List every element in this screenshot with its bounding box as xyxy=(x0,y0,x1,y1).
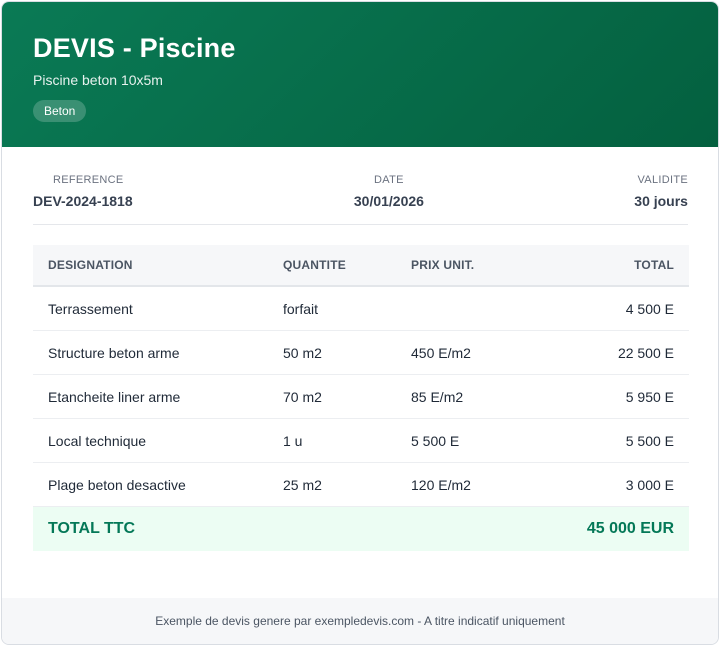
quote-footer: Exemple de devis genere par exempledevis… xyxy=(2,598,718,644)
cell-quantity: forfait xyxy=(268,286,396,331)
date-label: DATE xyxy=(374,174,404,186)
validity-label: VALIDITE xyxy=(637,174,688,186)
quote-header: DEVIS - Piscine Piscine beton 10x5m Beto… xyxy=(2,2,718,147)
cell-unit-price: 450 E/m2 xyxy=(396,330,546,375)
reference-label: REFERENCE xyxy=(53,174,124,186)
date-block: DATE 30/01/2026 xyxy=(354,174,424,224)
cell-unit-price: 5 500 E xyxy=(396,418,546,463)
cell-quantity: 25 m2 xyxy=(268,462,396,507)
validity-block: VALIDITE 30 jours xyxy=(634,174,688,224)
table-row: Plage beton desactive 25 m2 120 E/m2 3 0… xyxy=(33,462,689,507)
cell-total: 5 500 E xyxy=(546,418,689,463)
quote-title: DEVIS - Piscine xyxy=(33,33,236,63)
cell-total: 5 950 E xyxy=(546,374,689,419)
table-row: Structure beton arme 50 m2 450 E/m2 22 5… xyxy=(33,330,689,375)
reference-block: REFERENCE DEV-2024-1818 xyxy=(33,174,144,224)
quote-table: DESIGNATION QUANTITE PRIX UNIT. TOTAL Te… xyxy=(33,245,689,551)
cell-designation: Local technique xyxy=(33,418,268,463)
total-row: TOTAL TTC 45 000 EUR xyxy=(33,506,689,551)
cell-unit-price xyxy=(396,286,546,331)
cell-total: 22 500 E xyxy=(546,330,689,375)
quote-meta: REFERENCE DEV-2024-1818 DATE 30/01/2026 … xyxy=(33,147,688,225)
total-label: TOTAL TTC xyxy=(33,506,546,551)
table-row: Terrassement forfait 4 500 E xyxy=(33,286,689,331)
cell-quantity: 1 u xyxy=(268,418,396,463)
cell-designation: Etancheite liner arme xyxy=(33,374,268,419)
table-header-row: DESIGNATION QUANTITE PRIX UNIT. TOTAL xyxy=(33,245,689,287)
cell-unit-price: 85 E/m2 xyxy=(396,374,546,419)
cell-total: 4 500 E xyxy=(546,286,689,331)
total-value: 45 000 EUR xyxy=(546,506,689,551)
cell-quantity: 50 m2 xyxy=(268,330,396,375)
table-row: Local technique 1 u 5 500 E 5 500 E xyxy=(33,418,689,463)
cell-designation: Terrassement xyxy=(33,286,268,331)
cell-quantity: 70 m2 xyxy=(268,374,396,419)
header-quantity: QUANTITE xyxy=(268,245,396,287)
quote-subtitle: Piscine beton 10x5m xyxy=(33,72,163,88)
cell-total: 3 000 E xyxy=(546,462,689,507)
cell-unit-price: 120 E/m2 xyxy=(396,462,546,507)
footer-text: Exemple de devis genere par exempledevis… xyxy=(155,614,565,628)
date-value: 30/01/2026 xyxy=(353,193,424,209)
cell-designation: Plage beton desactive xyxy=(33,462,268,507)
header-unit-price: PRIX UNIT. xyxy=(396,245,546,287)
material-badge: Beton xyxy=(33,100,87,122)
validity-value: 30 jours xyxy=(634,193,688,209)
header-total: TOTAL xyxy=(546,245,689,287)
reference-value: DEV-2024-1818 xyxy=(33,193,133,209)
cell-designation: Structure beton arme xyxy=(33,330,268,375)
table-row: Etancheite liner arme 70 m2 85 E/m2 5 95… xyxy=(33,374,689,419)
header-designation: DESIGNATION xyxy=(33,245,268,287)
quote-card: DEVIS - Piscine Piscine beton 10x5m Beto… xyxy=(1,1,719,645)
quote-body: REFERENCE DEV-2024-1818 DATE 30/01/2026 … xyxy=(2,147,718,551)
